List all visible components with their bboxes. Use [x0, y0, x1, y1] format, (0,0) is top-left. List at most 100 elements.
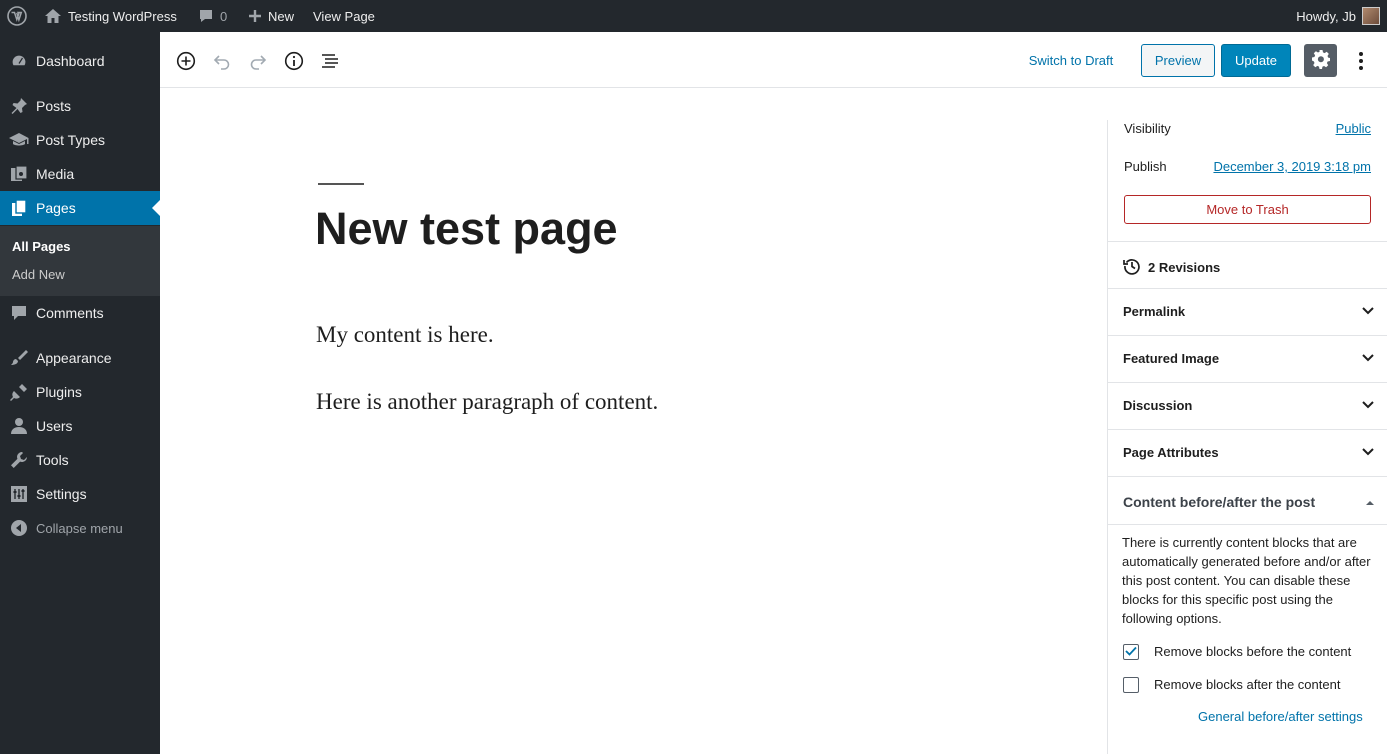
visibility-label: Visibility: [1124, 121, 1171, 136]
visibility-link[interactable]: Public: [1336, 121, 1371, 136]
sidebar-item-appearance[interactable]: Appearance: [0, 341, 160, 375]
publish-date-link[interactable]: December 3, 2019 3:18 pm: [1213, 159, 1371, 174]
sidebar-label: Settings: [36, 486, 87, 502]
home-icon: [44, 8, 62, 24]
preview-button[interactable]: Preview: [1141, 44, 1215, 77]
block-navigation-icon[interactable]: [318, 49, 342, 73]
sidebar-item-posts[interactable]: Posts: [0, 89, 160, 123]
paragraph-block[interactable]: Here is another paragraph of content.: [316, 389, 658, 415]
chevron-down-icon: [1361, 398, 1375, 413]
pin-icon: [0, 97, 36, 115]
chevron-down-icon: [1361, 304, 1375, 319]
remove-before-label[interactable]: Remove blocks before the content: [1154, 644, 1351, 659]
document-settings-panel: Visibility Public Publish December 3, 20…: [1107, 120, 1387, 754]
sidebar-item-settings[interactable]: Settings: [0, 477, 160, 511]
general-settings-link[interactable]: General before/after settings: [1198, 709, 1363, 724]
editor-toolbar: Switch to Draft Preview Update: [160, 32, 1387, 88]
remove-after-checkbox[interactable]: [1123, 677, 1139, 693]
history-icon: [1123, 257, 1141, 278]
comment-bubble-icon: [198, 8, 214, 24]
sidebar-label: Posts: [36, 98, 72, 114]
sidebar-item-users[interactable]: Users: [0, 409, 160, 443]
plug-icon: [0, 383, 36, 401]
sidebar-label: Users: [36, 418, 73, 434]
sidebar-item-collapse-menu[interactable]: Collapse menu: [0, 511, 160, 545]
revisions-label: 2 Revisions: [1148, 260, 1221, 275]
submenu-add-new[interactable]: Add New: [12, 267, 65, 282]
sidebar-item-comments[interactable]: Comments: [0, 296, 160, 330]
sidebar-item-post-types[interactable]: Post Types: [0, 123, 160, 157]
gear-icon: [1311, 49, 1331, 72]
featured-image-section-toggle[interactable]: Featured Image: [1123, 351, 1375, 366]
checkmark-icon: [1125, 643, 1137, 661]
brush-icon: [0, 349, 36, 367]
switch-to-draft-button[interactable]: Switch to Draft: [1018, 44, 1124, 77]
divider: [1108, 382, 1387, 383]
sidebar-label: Pages: [36, 200, 76, 216]
sidebar-item-media[interactable]: Media: [0, 157, 160, 191]
sidebar-item-plugins[interactable]: Plugins: [0, 375, 160, 409]
sidebar-item-tools[interactable]: Tools: [0, 443, 160, 477]
my-account-link[interactable]: Howdy, Jb: [1296, 0, 1380, 32]
admin-sidebar: Dashboard Posts Post Types Media Pages A…: [0, 32, 160, 754]
move-to-trash-button[interactable]: Move to Trash: [1124, 195, 1371, 224]
undo-icon[interactable]: [210, 49, 234, 73]
content-before-after-section-toggle[interactable]: Content before/after the post: [1123, 494, 1375, 510]
section-label: Page Attributes: [1123, 445, 1219, 460]
wrench-icon: [0, 451, 36, 469]
publish-row: Publish December 3, 2019 3:18 pm: [1124, 159, 1371, 174]
discussion-section-toggle[interactable]: Discussion: [1123, 398, 1375, 413]
dashboard-icon: [0, 52, 36, 70]
section-label: Permalink: [1123, 304, 1186, 319]
divider: [1108, 476, 1387, 477]
add-block-icon[interactable]: [174, 49, 198, 73]
revisions-link[interactable]: 2 Revisions: [1123, 257, 1375, 278]
site-name-link[interactable]: Testing WordPress: [44, 0, 177, 32]
view-page-label: View Page: [313, 8, 375, 24]
remove-before-checkbox[interactable]: [1123, 644, 1139, 660]
chevron-down-icon: [1361, 351, 1375, 366]
divider: [1108, 429, 1387, 430]
media-icon: [0, 165, 36, 183]
title-separator: [318, 183, 364, 185]
admin-bar: Testing WordPress 0 New View Page Howdy,…: [0, 0, 1387, 32]
pages-submenu: All Pages Add New: [0, 226, 160, 296]
comments-link[interactable]: 0: [198, 0, 227, 32]
sidebar-label: Comments: [36, 305, 104, 321]
sidebar-item-dashboard[interactable]: Dashboard: [0, 44, 160, 78]
sidebar-label: Plugins: [36, 384, 82, 400]
settings-gear-button[interactable]: [1304, 44, 1337, 77]
sidebar-label: Dashboard: [36, 53, 105, 69]
collapse-icon: [0, 519, 36, 537]
publish-label: Publish: [1124, 159, 1167, 174]
divider: [1108, 335, 1387, 336]
caret-up-icon: [1365, 494, 1375, 510]
new-content-link[interactable]: New: [248, 0, 294, 32]
avatar: [1362, 7, 1380, 25]
chevron-down-icon: [1361, 445, 1375, 460]
page-title[interactable]: New test page: [315, 203, 618, 255]
update-button[interactable]: Update: [1221, 44, 1291, 77]
pages-icon: [0, 199, 36, 217]
content-blocks-description: There is currently content blocks that a…: [1122, 535, 1371, 626]
sidebar-label: Tools: [36, 452, 69, 468]
settings-icon: [0, 485, 36, 503]
visibility-row: Visibility Public: [1124, 121, 1371, 136]
wordpress-logo-icon[interactable]: [7, 0, 27, 32]
more-options-icon[interactable]: [1349, 49, 1373, 73]
section-label: Discussion: [1123, 398, 1193, 413]
info-icon[interactable]: [282, 49, 306, 73]
divider: [1108, 241, 1387, 242]
page-attributes-section-toggle[interactable]: Page Attributes: [1123, 445, 1375, 460]
section-label: Content before/after the post: [1123, 494, 1316, 510]
sidebar-label: Post Types: [36, 132, 106, 148]
redo-icon[interactable]: [246, 49, 270, 73]
submenu-all-pages[interactable]: All Pages: [12, 239, 71, 254]
remove-after-label[interactable]: Remove blocks after the content: [1154, 677, 1340, 692]
paragraph-block[interactable]: My content is here.: [316, 322, 494, 348]
permalink-section-toggle[interactable]: Permalink: [1123, 304, 1375, 319]
comments-count: 0: [220, 8, 228, 24]
sidebar-label: Appearance: [36, 350, 112, 366]
view-page-link[interactable]: View Page: [313, 0, 375, 32]
sidebar-item-pages[interactable]: Pages: [0, 191, 160, 225]
